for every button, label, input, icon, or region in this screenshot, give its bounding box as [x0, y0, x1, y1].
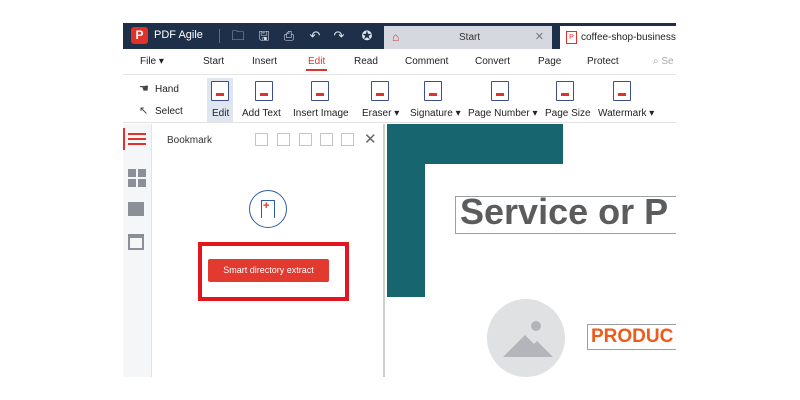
search-input[interactable]: ⌕ Se — [653, 56, 674, 67]
title-bar: P PDF Agile 🗀 🖫 ⎙ ↶ ↷ ✪ ⌂ Start ✕ P coff… — [123, 23, 676, 49]
smart-bookmark-icon: + — [249, 190, 287, 228]
menu-page[interactable]: Page — [538, 56, 561, 67]
close-tab-icon[interactable]: ✕ — [535, 30, 544, 43]
save-icon[interactable]: 🖫 — [256, 27, 272, 44]
tab-document-label: coffee-shop-business- — [581, 32, 676, 43]
smart-directory-extract-button[interactable]: Smart directory extract — [208, 259, 329, 282]
app-logo-icon: P — [131, 27, 148, 44]
menu-read[interactable]: Read — [354, 56, 378, 67]
add-text-button[interactable]: Add Text — [240, 78, 288, 122]
image-icon — [311, 81, 329, 101]
undo-icon[interactable]: ↶ — [307, 27, 323, 44]
bookmark-list-icon[interactable] — [123, 128, 146, 150]
add-child-bookmark-icon[interactable] — [277, 133, 290, 146]
teal-side-block — [387, 124, 425, 297]
watermark-button[interactable]: Watermark ▾ — [595, 78, 655, 122]
menu-edit[interactable]: Edit — [305, 56, 328, 71]
home-icon: ⌂ — [392, 30, 400, 44]
page-size-icon — [556, 81, 574, 101]
hand-tool-button[interactable]: ☚ Hand — [139, 82, 179, 95]
document-heading: Service or P — [460, 191, 669, 232]
select-tool-button[interactable]: ↖ Select — [139, 104, 183, 117]
thumbnails-icon[interactable] — [128, 169, 146, 187]
tab-start[interactable]: ⌂ Start ✕ — [384, 26, 552, 49]
menu-insert[interactable]: Insert — [252, 56, 277, 67]
eraser-button[interactable]: Eraser ▾ — [359, 78, 401, 122]
signature-label: Signature ▾ — [410, 108, 461, 119]
redo-icon[interactable]: ↷ — [331, 27, 347, 44]
insert-image-label: Insert Image — [293, 108, 349, 119]
annotations-icon[interactable] — [128, 202, 146, 220]
menu-comment[interactable]: Comment — [405, 56, 448, 67]
watermark-label: Watermark ▾ — [598, 108, 655, 119]
title-separator — [219, 29, 220, 43]
hand-tool-label: Hand — [155, 84, 179, 95]
select-tool-label: Select — [155, 106, 183, 117]
tab-document[interactable]: P coffee-shop-business- — [560, 26, 676, 49]
text-icon — [255, 81, 273, 101]
print-icon[interactable]: ⎙ — [281, 27, 297, 44]
search-placeholder: Se — [661, 56, 674, 67]
delete-icon[interactable] — [341, 133, 354, 146]
page-size-button[interactable]: Page Size — [542, 78, 591, 122]
watermark-icon — [613, 81, 631, 101]
page-number-button[interactable]: Page Number ▾ — [465, 78, 539, 122]
hand-icon: ☚ — [139, 83, 149, 95]
menu-start[interactable]: Start — [203, 56, 224, 67]
edit-tool-button[interactable]: Edit — [207, 78, 233, 122]
page-number-icon — [491, 81, 509, 101]
app-name: PDF Agile — [154, 29, 203, 41]
cursor-icon: ↖ — [139, 105, 149, 117]
page-size-label: Page Size — [545, 108, 591, 119]
image-placeholder-icon[interactable] — [487, 299, 565, 377]
insert-image-button[interactable]: Insert Image — [291, 78, 349, 122]
menu-protect[interactable]: Protect — [587, 56, 619, 67]
edit-icon — [211, 81, 229, 101]
add-bookmark-icon[interactable] — [255, 133, 268, 146]
tab-start-label: Start — [459, 32, 481, 43]
document-canvas[interactable]: Service or P PRODUC — [387, 124, 676, 377]
eraser-icon — [371, 81, 389, 101]
star-icon[interactable]: ✪ — [359, 27, 375, 44]
remove-bookmark-icon[interactable] — [320, 133, 333, 146]
app-window: P PDF Agile 🗀 🖫 ⎙ ↶ ↷ ✪ ⌂ Start ✕ P coff… — [123, 23, 676, 377]
menu-convert[interactable]: Convert — [475, 56, 510, 67]
bookmark-panel: Bookmark ✕ + Smart directory extract — [153, 124, 385, 377]
left-rail — [123, 124, 152, 377]
pdf-file-icon: P — [566, 31, 577, 44]
bookmark-icon[interactable] — [299, 133, 312, 146]
page-number-label: Page Number ▾ — [468, 108, 538, 119]
eraser-label: Eraser ▾ — [362, 108, 400, 119]
menu-file[interactable]: File ▾ — [140, 56, 164, 67]
panel-title: Bookmark — [167, 135, 213, 146]
close-icon[interactable]: ✕ — [364, 130, 377, 148]
edit-tool-label: Edit — [212, 108, 230, 119]
edit-toolbar: ☚ Hand ↖ Select Edit Add Text Insert Image… — [123, 76, 676, 123]
signature-icon — [424, 81, 442, 101]
signature-button[interactable]: Signature ▾ — [407, 78, 461, 122]
folder-icon[interactable]: 🗀 — [230, 27, 246, 44]
search-panel-icon[interactable] — [128, 234, 146, 252]
menu-bar: File ▾ Start Insert Edit Read Comment Co… — [123, 49, 676, 75]
add-text-label: Add Text — [242, 108, 281, 119]
document-subheading: PRODUC — [591, 326, 674, 347]
